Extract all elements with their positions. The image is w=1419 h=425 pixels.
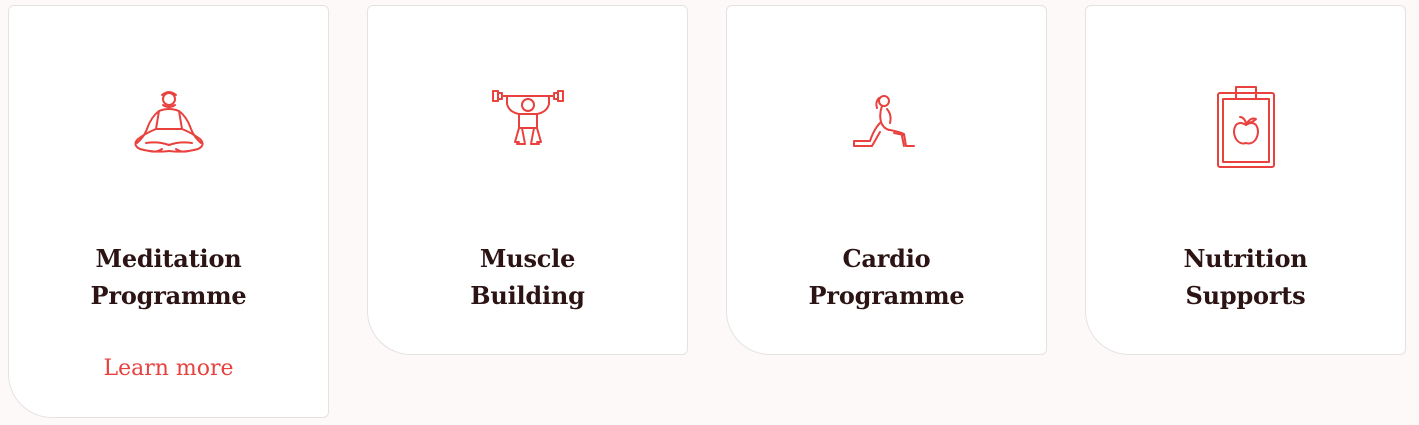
card-title: Muscle Building xyxy=(470,244,585,310)
weightlifting-icon xyxy=(485,85,571,171)
card-meditation-programme[interactable]: Meditation Programme Learn more xyxy=(8,5,329,418)
nutrition-clipboard-icon xyxy=(1203,85,1289,171)
card-title: Cardio Programme xyxy=(808,244,965,310)
meditation-icon xyxy=(126,85,212,171)
services-cards: Meditation Programme Learn more Muscle B… xyxy=(0,0,1419,425)
card-title: Nutrition Supports xyxy=(1183,244,1308,310)
card-title: Meditation Programme xyxy=(90,244,247,310)
card-muscle-building[interactable]: Muscle Building xyxy=(367,5,688,355)
learn-more-link[interactable]: Learn more xyxy=(9,356,328,381)
lunge-stretch-icon xyxy=(844,85,930,171)
card-cardio-programme[interactable]: Cardio Programme xyxy=(726,5,1047,355)
card-nutrition-supports[interactable]: Nutrition Supports xyxy=(1085,5,1406,355)
